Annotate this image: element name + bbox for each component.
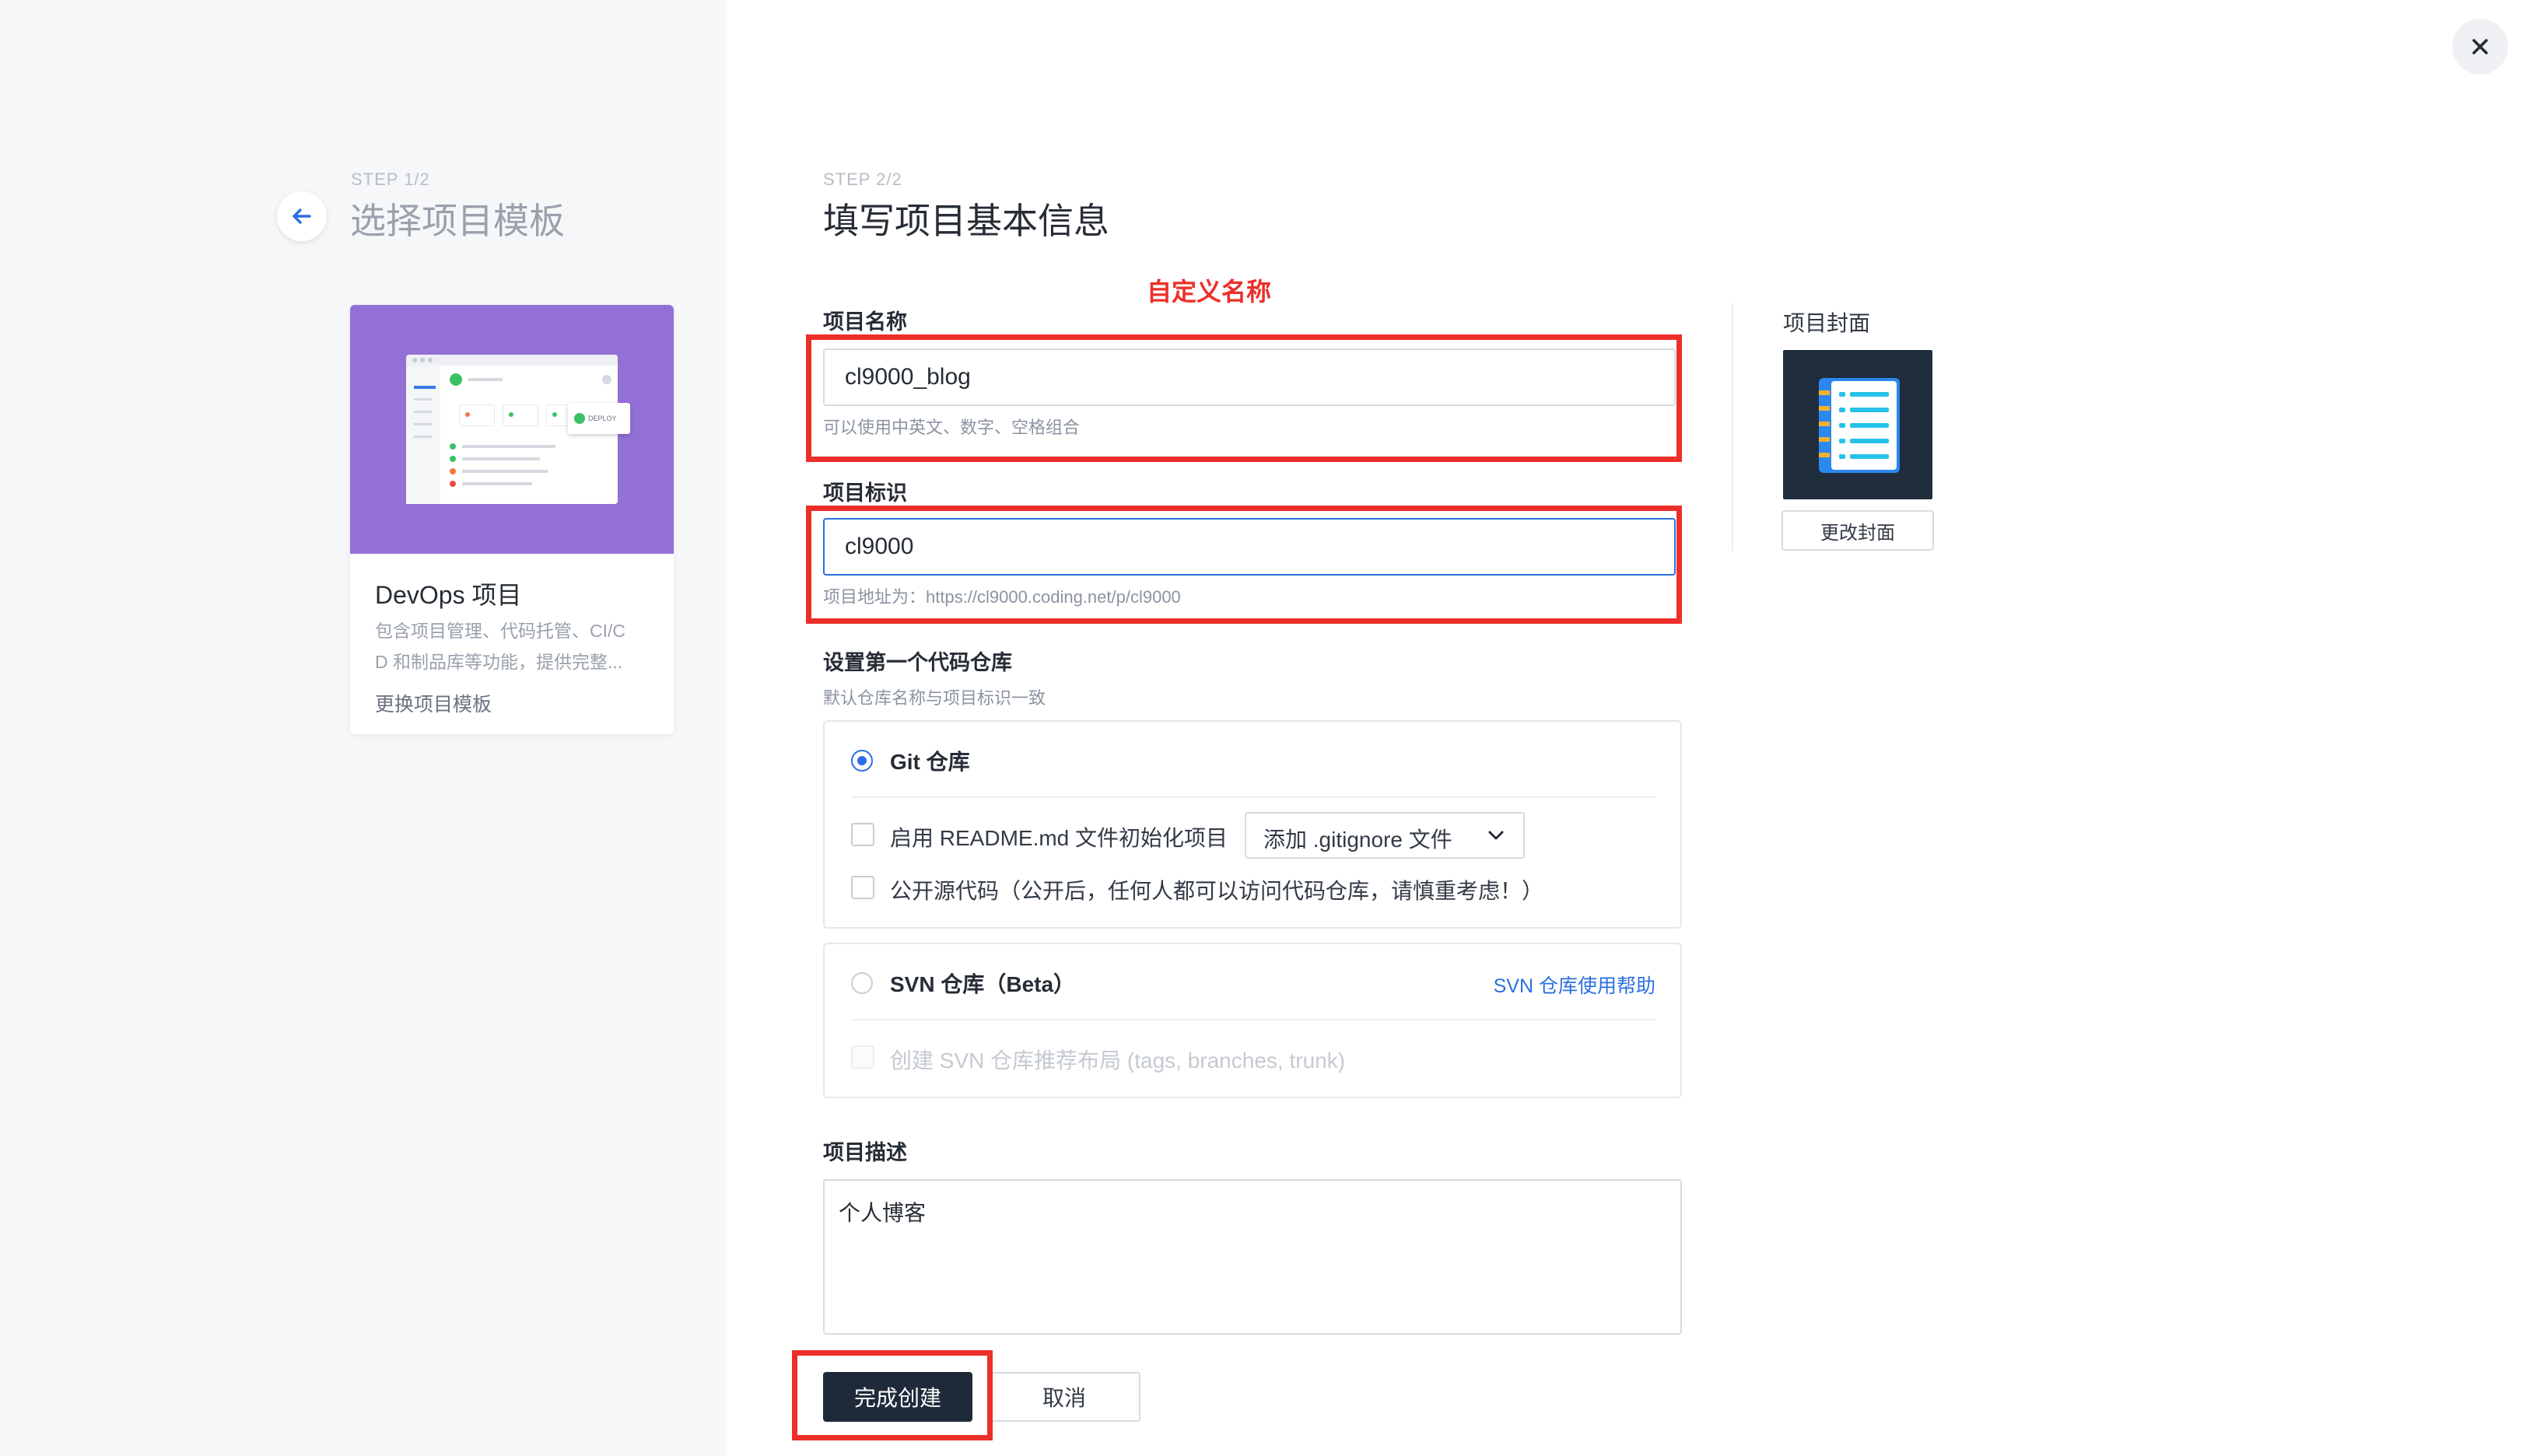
gitignore-select[interactable]: 添加 .gitignore 文件 — [1245, 812, 1525, 859]
description-textarea[interactable]: 个人博客 — [823, 1179, 1682, 1335]
svn-layout-label: 创建 SVN 仓库推荐布局 (tags, branches, trunk) — [890, 1048, 1346, 1073]
svn-help-link[interactable]: SVN 仓库使用帮助 — [1494, 971, 1655, 999]
project-name-label: 项目名称 — [823, 310, 907, 334]
git-repo-label: Git 仓库 — [890, 750, 970, 774]
template-illustration: DEPLOY — [350, 305, 674, 554]
svn-repo-label: SVN 仓库（Beta） — [890, 972, 1076, 996]
divider — [851, 1019, 1655, 1020]
public-source-label: 公开源代码（公开后，任何人都可以访问代码仓库，请慎重考虑！） — [890, 879, 1544, 903]
cover-divider — [1732, 303, 1733, 551]
custom-name-annotation: 自定义名称 — [1147, 278, 1272, 306]
template-desc-line1: 包含项目管理、代码托管、CI/C — [375, 621, 625, 641]
arrow-left-icon — [293, 208, 311, 224]
form-title: 填写项目基本信息 — [823, 201, 1109, 241]
change-template-link[interactable]: 更换项目模板 — [375, 689, 492, 717]
description-label: 项目描述 — [823, 1141, 907, 1164]
gitignore-select-value: 添加 .gitignore 文件 — [1263, 828, 1452, 852]
annotation-box-name — [806, 334, 1682, 462]
cancel-button[interactable]: 取消 — [988, 1372, 1140, 1422]
close-button[interactable] — [2452, 19, 2508, 75]
notebook-icon — [1819, 378, 1900, 473]
git-repo-radio[interactable] — [851, 750, 873, 772]
svn-repo-option[interactable]: SVN 仓库（Beta） SVN 仓库使用帮助 创建 SVN 仓库推荐布局 (t… — [823, 943, 1682, 1098]
git-repo-option[interactable]: Git 仓库 启用 README.md 文件初始化项目 添加 .gitignor… — [823, 720, 1682, 929]
svn-layout-checkbox — [851, 1045, 874, 1069]
svn-repo-radio[interactable] — [851, 972, 873, 994]
change-cover-button[interactable]: 更改封面 — [1781, 510, 1934, 551]
chevron-down-icon — [1488, 831, 1504, 840]
project-identifier-label: 项目标识 — [823, 481, 907, 505]
back-button[interactable] — [277, 191, 327, 241]
readme-label: 启用 README.md 文件初始化项目 — [890, 826, 1228, 850]
readme-checkbox[interactable] — [851, 823, 874, 846]
cover-label: 项目封面 — [1783, 311, 1871, 335]
template-step-title: 选择项目模板 — [350, 201, 565, 241]
cover-image — [1783, 350, 1932, 499]
repo-section-hint: 默认仓库名称与项目标识一致 — [823, 688, 1046, 708]
description-value: 个人博客 — [839, 1201, 927, 1225]
step-indicator-2: STEP 2/2 — [823, 170, 902, 189]
deploy-badge: DEPLOY — [588, 415, 617, 422]
public-source-checkbox[interactable] — [851, 876, 874, 899]
annotation-box-identifier — [806, 506, 1682, 624]
template-name: DevOps 项目 — [375, 581, 522, 609]
repo-section-label: 设置第一个代码仓库 — [823, 651, 1012, 674]
annotation-box-submit — [792, 1350, 993, 1440]
template-card[interactable]: DEPLOY DevOps 项目 包含项目管理、代码托管、CI/C D 和制品库… — [350, 305, 674, 734]
divider — [851, 796, 1655, 798]
step-indicator-1: STEP 1/2 — [351, 170, 430, 189]
close-icon — [2472, 39, 2488, 54]
template-desc-line2: D 和制品库等功能，提供完整... — [375, 652, 623, 672]
